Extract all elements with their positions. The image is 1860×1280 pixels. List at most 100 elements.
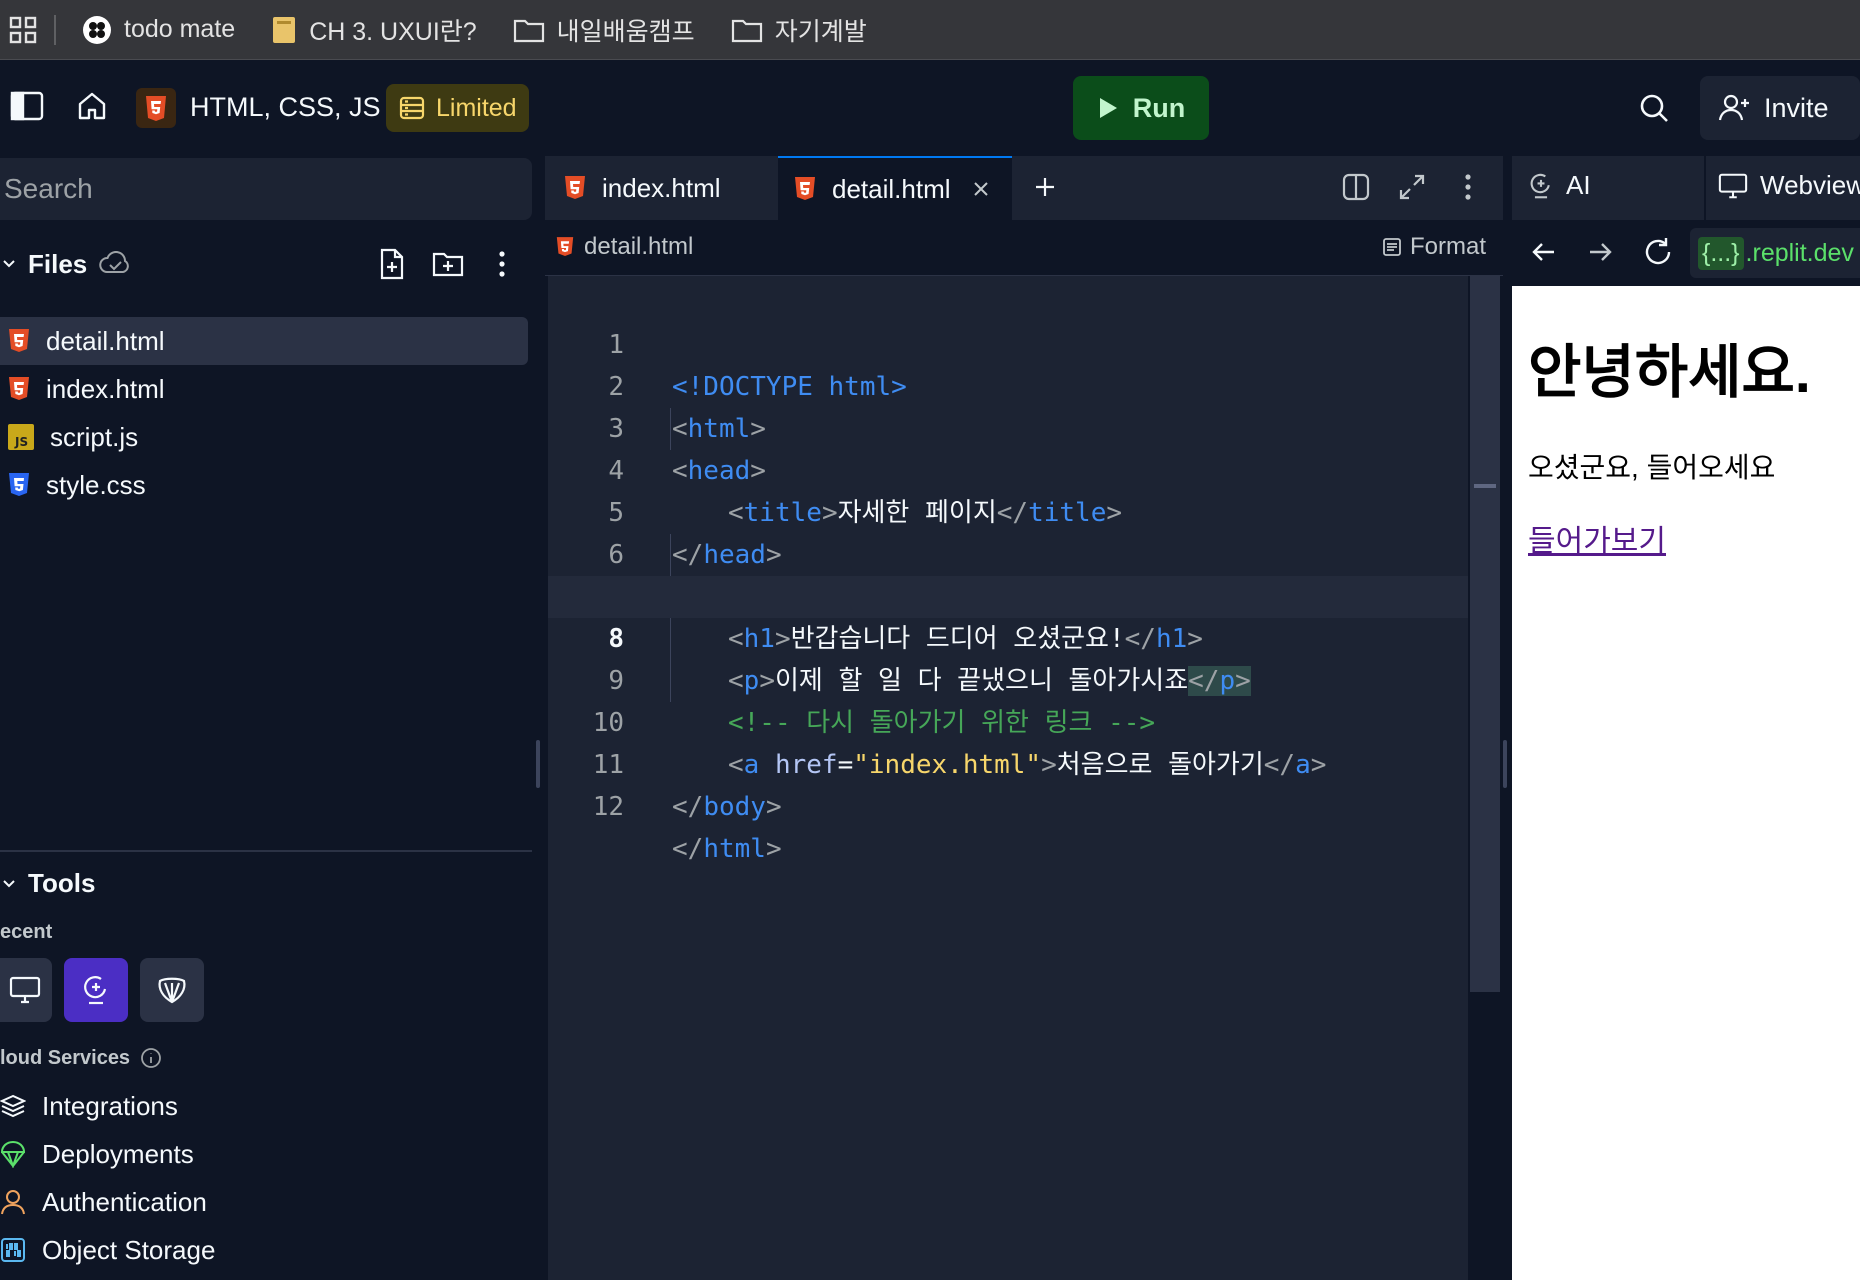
invite-button[interactable]: Invite <box>1700 76 1860 140</box>
url-bar[interactable]: {...} .replit.dev <box>1690 228 1860 278</box>
service-deployments[interactable]: Deployments <box>0 1132 194 1176</box>
html5-icon <box>136 88 176 128</box>
tools-section-header[interactable]: Tools <box>0 868 95 899</box>
search-icon[interactable] <box>1638 92 1670 124</box>
svg-text:JS: JS <box>14 435 28 449</box>
tools-label: Tools <box>28 868 96 898</box>
code-line: 10 <a href="index.html">처음으로 돌아가기</a> <box>548 660 1468 780</box>
code-text: </html> <box>672 834 782 864</box>
tool-shell-button[interactable] <box>140 958 204 1022</box>
tab-webview[interactable]: Webview <box>1718 170 1860 201</box>
chevron-down-icon <box>2 877 16 891</box>
bookmark-folder-self[interactable]: 자기계발 <box>731 10 867 50</box>
file-item-detail-html[interactable]: detail.html <box>0 317 528 365</box>
service-object-storage[interactable]: Object Storage <box>0 1228 215 1272</box>
bookmarks-bar: todo mate CH 3. UXUI란? 내일배움캠프 자기계발 <box>0 0 1860 60</box>
cloud-services-label: loud Services <box>0 1047 131 1069</box>
run-button[interactable]: Run <box>1073 76 1209 140</box>
scrollbar-marker <box>1474 484 1496 488</box>
file-name: style.css <box>46 469 146 500</box>
breadcrumb-label: detail.html <box>584 233 694 260</box>
tool-ai-button[interactable] <box>64 958 128 1022</box>
run-label: Run <box>1132 92 1186 123</box>
tab-divider <box>1704 156 1706 220</box>
format-label: Format <box>1410 233 1487 260</box>
forward-arrow-icon[interactable] <box>1586 238 1614 266</box>
css-file-icon <box>8 472 30 498</box>
line-number: 12 <box>592 792 624 822</box>
tab-index-html[interactable]: index.html <box>548 156 776 220</box>
service-authentication[interactable]: Authentication <box>0 1180 207 1224</box>
code-line: 5 </head> <box>548 450 1468 570</box>
new-file-icon[interactable] <box>378 248 406 280</box>
url-text: .replit.dev <box>1745 238 1854 267</box>
sidebar-resize-handle[interactable] <box>536 740 540 788</box>
code-line: 2 <html> <box>548 324 1468 444</box>
synced-icon <box>99 251 130 277</box>
bookmarks-divider <box>54 14 56 45</box>
service-label: Deployments <box>42 1138 194 1169</box>
ai-icon <box>1528 171 1554 201</box>
tab-label: AI <box>1566 170 1591 200</box>
code-line: 12 </html> <box>548 744 1468 864</box>
files-label: Files <box>28 248 88 279</box>
code-line: 11 </body> <box>548 702 1468 822</box>
file-name: script.js <box>50 421 139 452</box>
sidebar-toggle-icon[interactable] <box>10 91 44 121</box>
storage-icon <box>0 1237 26 1263</box>
bookmark-uxui[interactable]: CH 3. UXUI란? <box>271 10 477 50</box>
breadcrumb[interactable]: detail.html <box>556 233 693 261</box>
tab-ai[interactable]: AI <box>1528 170 1591 201</box>
code-line-current: 8 <p>이제 할 일 다 끝냈으니 돌아가시죠</p> <box>548 576 1468 696</box>
recent-label: ecent <box>0 921 53 943</box>
preview-link[interactable]: 들어가보기 <box>1528 516 1666 560</box>
play-icon <box>1097 96 1119 120</box>
new-folder-icon[interactable] <box>432 250 464 278</box>
html-file-icon <box>564 175 586 201</box>
tab-label: index.html <box>602 172 721 203</box>
format-button[interactable]: Format <box>1382 233 1486 261</box>
monitor-icon <box>9 976 41 1004</box>
file-item-style-css[interactable]: style.css <box>0 461 528 509</box>
reload-icon[interactable] <box>1642 236 1674 268</box>
more-options-icon[interactable] <box>498 250 506 278</box>
editor-scrollbar[interactable] <box>1470 276 1500 992</box>
split-view-icon[interactable] <box>1342 173 1370 201</box>
shell-icon <box>155 975 189 1005</box>
bookmark-label: 내일배움캠프 <box>556 17 695 46</box>
bookmark-folder-camp[interactable]: 내일배움캠프 <box>513 10 695 50</box>
todo-mate-icon <box>82 15 112 45</box>
editor-more-icon[interactable] <box>1464 173 1472 201</box>
code-line: 1 <!DOCTYPE html> <box>548 282 1468 402</box>
webview-preview <box>1512 286 1860 1280</box>
service-label: Integrations <box>42 1090 178 1121</box>
tab-label: detail.html <box>832 173 951 204</box>
code-text: </body> <box>672 792 782 822</box>
bookmark-todo-mate[interactable]: todo mate <box>82 10 235 50</box>
back-arrow-icon[interactable] <box>1530 238 1558 266</box>
add-tab-icon[interactable] <box>1034 176 1056 198</box>
sidebar-divider <box>0 850 532 852</box>
limited-badge[interactable]: Limited <box>386 84 529 132</box>
code-line: 7 <h1>반갑습니다 드디어 오셨군요!</h1> <box>548 534 1468 654</box>
home-icon[interactable] <box>76 90 108 122</box>
project-title[interactable]: HTML, CSS, JS <box>190 92 381 123</box>
apps-grid-icon[interactable] <box>8 15 38 45</box>
editor-resize-handle[interactable] <box>1503 740 1507 788</box>
folder-icon <box>731 17 763 43</box>
tool-webview-button[interactable] <box>0 958 52 1022</box>
deploy-icon <box>0 1140 26 1168</box>
code-line: 9 <!-- 다시 돌아가기 위한 링크 --> <box>548 618 1468 738</box>
file-item-script-js[interactable]: JS script.js <box>0 413 528 461</box>
search-input[interactable]: Search <box>0 158 532 220</box>
file-item-index-html[interactable]: index.html <box>0 365 528 413</box>
maximize-icon[interactable] <box>1398 173 1426 201</box>
limited-label: Limited <box>436 93 517 122</box>
tab-detail-html[interactable]: detail.html <box>778 156 1012 220</box>
close-icon[interactable] <box>973 181 989 197</box>
info-icon[interactable] <box>140 1047 162 1069</box>
url-chip: {...} <box>1698 236 1744 270</box>
storage-limit-icon <box>398 94 426 122</box>
preview-paragraph: 오셨군요, 들어오세요 <box>1528 452 1776 483</box>
service-integrations[interactable]: Integrations <box>0 1084 178 1128</box>
